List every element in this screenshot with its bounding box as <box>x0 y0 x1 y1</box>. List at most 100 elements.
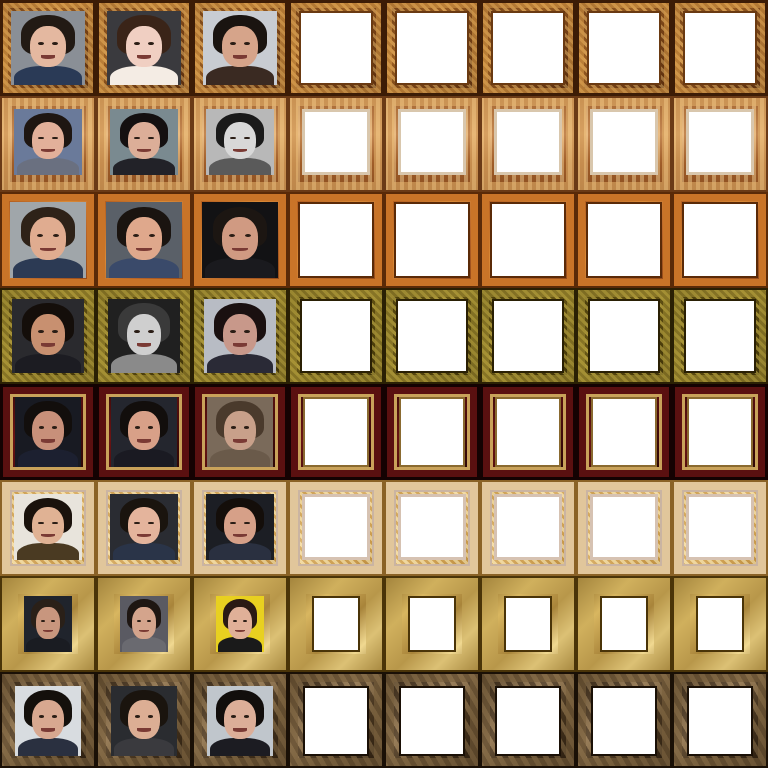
blank-canvas <box>303 686 369 756</box>
portrait-canvas <box>14 109 82 175</box>
framed-portrait <box>0 480 96 576</box>
portrait-photo <box>14 109 82 175</box>
blank-canvas <box>394 202 470 278</box>
framed-portrait <box>192 192 288 288</box>
portrait-canvas <box>15 397 81 467</box>
portrait-photo <box>111 686 177 756</box>
portrait-photo <box>204 299 276 373</box>
portrait-canvas <box>11 11 85 85</box>
empty-frame <box>672 96 768 192</box>
portrait-photo <box>24 596 72 652</box>
empty-frame <box>672 384 768 480</box>
empty-frame <box>384 192 480 288</box>
portrait-photo <box>12 299 84 373</box>
portrait-body <box>209 448 271 467</box>
portrait-face <box>29 217 67 260</box>
portrait-body <box>17 448 79 467</box>
empty-frame <box>480 384 576 480</box>
empty-frame <box>480 96 576 192</box>
blank-canvas <box>684 299 756 373</box>
empty-frame <box>384 288 480 384</box>
portrait-eye-r <box>148 233 155 237</box>
framed-portrait <box>0 192 96 288</box>
framed-portrait <box>0 384 96 480</box>
blank-canvas <box>495 397 561 467</box>
portrait-canvas <box>216 596 264 652</box>
empty-frame <box>384 576 480 672</box>
blank-canvas <box>494 109 562 175</box>
portrait-canvas <box>15 686 81 756</box>
empty-frame <box>288 0 384 96</box>
framed-portrait <box>96 384 192 480</box>
blank-canvas <box>686 494 754 560</box>
portrait-body <box>208 157 272 175</box>
portrait-body <box>17 737 79 756</box>
portrait-photo <box>207 397 273 467</box>
portrait-face <box>31 122 65 160</box>
portrait-canvas <box>10 202 86 278</box>
portrait-eye-l <box>37 42 44 46</box>
empty-frame <box>576 192 672 288</box>
blank-canvas <box>398 109 466 175</box>
blank-canvas <box>687 397 753 467</box>
empty-frame <box>576 576 672 672</box>
empty-frame <box>672 480 768 576</box>
framed-portrait <box>96 576 192 672</box>
framed-portrait <box>0 96 96 192</box>
empty-frame <box>576 672 672 768</box>
portrait-canvas <box>107 11 181 85</box>
framed-portrait <box>192 480 288 576</box>
portrait-photo <box>203 11 277 85</box>
portrait-canvas <box>110 494 178 560</box>
blank-canvas <box>398 494 466 560</box>
blank-canvas <box>298 202 374 278</box>
blank-canvas <box>590 109 658 175</box>
portrait-eye-l <box>137 619 142 622</box>
portrait-photo <box>120 596 168 652</box>
empty-frame <box>576 480 672 576</box>
framed-portrait <box>0 672 96 768</box>
portrait-photo <box>10 202 86 278</box>
blank-canvas <box>408 596 456 652</box>
portrait-body <box>205 258 275 278</box>
blank-canvas <box>492 299 564 373</box>
empty-frame <box>384 480 480 576</box>
portrait-eye-l <box>229 330 236 334</box>
portrait-face <box>223 122 257 160</box>
empty-frame <box>480 0 576 96</box>
portrait-canvas <box>203 11 277 85</box>
blank-canvas <box>686 109 754 175</box>
blank-canvas <box>591 686 657 756</box>
portrait-face <box>126 313 162 356</box>
portrait-canvas <box>207 686 273 756</box>
portrait-face <box>128 411 160 451</box>
blank-canvas <box>683 11 757 85</box>
framed-portrait <box>96 96 192 192</box>
portrait-photo <box>110 109 178 175</box>
empty-frame <box>384 0 480 96</box>
portrait-body <box>16 542 80 560</box>
blank-canvas <box>303 397 369 467</box>
portrait-canvas <box>12 299 84 373</box>
portrait-canvas <box>207 397 273 467</box>
empty-frame <box>576 288 672 384</box>
portrait-mouth <box>41 533 55 537</box>
portrait-eye-l <box>133 42 140 46</box>
portrait-mouth <box>233 728 247 732</box>
empty-frame <box>288 192 384 288</box>
portrait-eye-l <box>37 330 44 334</box>
framed-portrait <box>0 288 96 384</box>
portrait-body <box>16 157 80 175</box>
portrait-photo <box>106 202 182 278</box>
portrait-eye-r <box>242 619 247 622</box>
portrait-eye-l <box>41 619 46 622</box>
empty-frame <box>288 384 384 480</box>
portrait-eye-r <box>146 619 151 622</box>
portrait-body <box>121 637 167 652</box>
framed-portrait <box>96 480 192 576</box>
framed-portrait <box>0 576 96 672</box>
portrait-eye-l <box>229 42 236 46</box>
portrait-face <box>224 411 256 451</box>
portrait-face <box>127 122 161 160</box>
portrait-body <box>206 353 274 373</box>
